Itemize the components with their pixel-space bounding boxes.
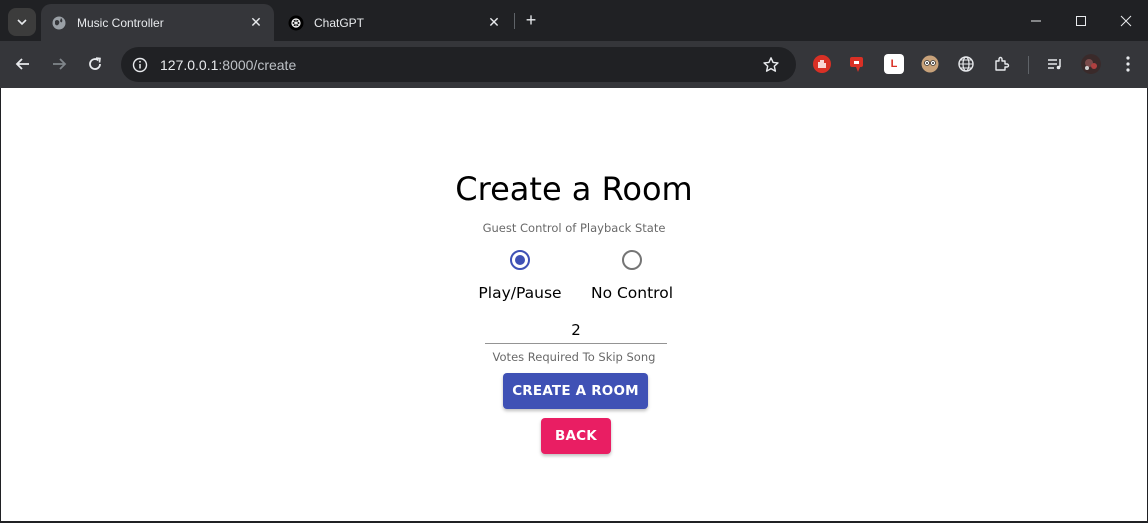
arrow-right-icon (53, 58, 67, 70)
votes-helper-text: Votes Required To Skip Song (492, 350, 656, 364)
back-button[interactable]: BACK (541, 418, 611, 454)
tab-chatgpt[interactable]: ChatGPT ✕ (278, 4, 512, 41)
bookmark-star-icon[interactable] (760, 54, 782, 76)
tab-search-button[interactable] (8, 8, 36, 36)
extension-stop-icon[interactable] (812, 54, 832, 74)
extension-l-icon[interactable]: L (884, 54, 904, 74)
radio-no-control[interactable] (622, 250, 642, 270)
menu-kebab-icon[interactable] (1118, 54, 1138, 74)
arrow-left-icon (15, 58, 29, 70)
extension-face-icon[interactable] (920, 54, 940, 74)
playback-helper-text: Guest Control of Playback State (482, 221, 666, 235)
tab-strip: Music Controller ✕ ChatGPT ✕ + (0, 0, 1148, 41)
page-title: Create a Room (455, 170, 693, 208)
url-text: 127.0.0.1:8000/create (160, 57, 760, 73)
chevron-down-icon (17, 19, 27, 26)
site-info-icon[interactable] (130, 55, 150, 75)
radio-label-play-pause: Play/Pause (478, 284, 562, 302)
url-path: :8000/create (218, 56, 297, 73)
reload-icon (89, 57, 101, 70)
profile-avatar[interactable] (1081, 54, 1101, 74)
maximize-icon (1076, 16, 1086, 26)
window-close-button[interactable] (1104, 6, 1148, 36)
page-content: Create a Room Guest Control of Playback … (1, 88, 1147, 521)
globe-icon (51, 15, 67, 31)
tab-music-controller[interactable]: Music Controller ✕ (41, 4, 274, 41)
new-tab-button[interactable]: + (521, 10, 541, 30)
browser-toolbar: 127.0.0.1:8000/create L (0, 41, 1148, 88)
create-room-button[interactable]: CREATE A ROOM (503, 373, 648, 409)
close-icon[interactable]: ✕ (486, 14, 502, 31)
url-host: 127.0.0.1 (160, 56, 219, 73)
back-nav-button[interactable] (10, 51, 36, 77)
extension-globe-icon[interactable] (956, 54, 976, 74)
media-queue-icon[interactable] (1045, 54, 1065, 74)
close-icon[interactable]: ✕ (248, 14, 264, 31)
minimize-icon (1031, 20, 1041, 22)
close-icon (1120, 15, 1132, 27)
tab-title: Music Controller (77, 15, 164, 30)
tab-title: ChatGPT (314, 15, 365, 30)
extensions-puzzle-icon[interactable] (992, 54, 1012, 74)
votes-input[interactable] (485, 316, 667, 344)
minimize-button[interactable] (1014, 6, 1058, 36)
toolbar-divider (1028, 56, 1029, 74)
address-bar[interactable]: 127.0.0.1:8000/create (121, 47, 796, 82)
forward-nav-button[interactable] (46, 51, 72, 77)
extension-dislike-icon[interactable] (848, 54, 868, 74)
reload-button[interactable] (82, 51, 108, 77)
radio-play-pause[interactable] (510, 250, 530, 270)
tab-divider (514, 13, 515, 29)
browser-window: Music Controller ✕ ChatGPT ✕ + 127.0.0.1… (0, 0, 1148, 523)
radio-label-no-control: No Control (590, 284, 674, 302)
chatgpt-icon (288, 15, 304, 31)
maximize-button[interactable] (1059, 6, 1103, 36)
